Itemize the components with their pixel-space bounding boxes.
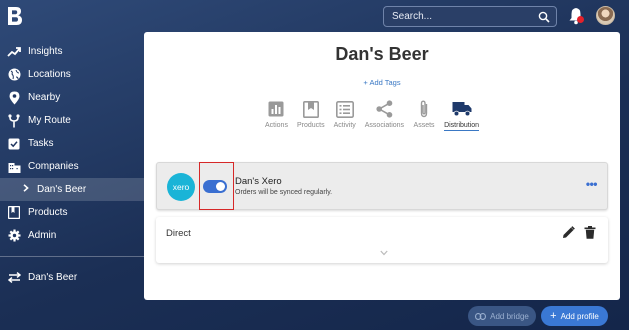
tab-label: Associations [364, 122, 405, 129]
tab-actions[interactable]: Actions [265, 98, 288, 131]
account-switcher-label: Dan's Beer [28, 272, 78, 283]
chevron-right-icon [23, 184, 29, 195]
highlight-box [199, 162, 234, 210]
checkbox-icon [7, 137, 21, 151]
search-input[interactable] [392, 11, 530, 22]
trending-up-icon [7, 45, 21, 59]
book-icon [7, 206, 21, 220]
sidebar-item-label: Dan's Beer [37, 184, 87, 195]
tab-label: Distribution [444, 122, 480, 129]
share-icon [373, 98, 395, 120]
tab-bar: Actions Products Activity Associations A… [265, 98, 488, 131]
page-title: Dan's Beer [335, 44, 429, 64]
sidebar-item-locations[interactable]: Locations [0, 63, 145, 86]
add-profile-label: Add profile [560, 311, 599, 321]
sidebar-item-label: Locations [28, 69, 71, 80]
sidebar-item-label: Products [28, 207, 68, 218]
company-card: Dan's Beer + Add Tags Actions Products A… [144, 32, 620, 300]
link-icon [475, 312, 487, 320]
swap-icon [7, 271, 21, 285]
tab-label: Activity [333, 122, 356, 129]
gear-icon [7, 229, 21, 243]
sidebar-item-my-route[interactable]: My Route [0, 109, 145, 132]
avatar[interactable] [596, 6, 615, 25]
add-tags-link[interactable]: + Add Tags [144, 78, 620, 87]
more-options-icon[interactable]: ••• [586, 177, 598, 191]
direct-section: Direct [156, 217, 608, 263]
sidebar-item-label: Nearby [28, 92, 61, 103]
paperclip-icon [413, 98, 435, 120]
add-bridge-label: Add bridge [490, 311, 529, 321]
search-bar[interactable] [383, 6, 557, 27]
tab-label: Actions [265, 122, 288, 129]
search-icon[interactable] [538, 11, 550, 23]
truck-icon [451, 98, 473, 120]
sidebar-item-insights[interactable]: Insights [0, 40, 145, 63]
sidebar-item-label: Admin [28, 230, 57, 241]
globe-icon [7, 68, 21, 82]
integration-description: Orders will be synced regularly. [235, 189, 333, 196]
trash-icon[interactable] [584, 226, 596, 239]
tab-products[interactable]: Products [297, 98, 325, 131]
tab-label: Assets [413, 122, 435, 129]
sidebar-item-dans-beer[interactable]: Dan's Beer [0, 178, 145, 201]
xero-logo: xero [167, 173, 195, 201]
building-icon [7, 160, 21, 174]
sidebar-item-tasks[interactable]: Tasks [0, 132, 145, 155]
direct-label: Direct [166, 228, 191, 239]
tab-label: Products [296, 122, 325, 129]
account-switcher-row[interactable]: Dan's Beer [0, 266, 145, 289]
sidebar-item-admin[interactable]: Admin [0, 224, 145, 247]
sidebar-item-nearby[interactable]: Nearby [0, 86, 145, 109]
chevron-down-icon[interactable] [380, 250, 388, 256]
tab-assets[interactable]: Assets [413, 98, 435, 131]
tab-activity[interactable]: Activity [334, 98, 356, 131]
sidebar-divider [0, 256, 145, 257]
notification-badge [577, 16, 584, 23]
sidebar-item-label: Tasks [28, 138, 54, 149]
add-bridge-button[interactable]: Add bridge [468, 306, 536, 326]
route-icon [7, 113, 21, 128]
map-pin-icon [7, 91, 21, 105]
add-profile-button[interactable]: + Add profile [541, 306, 608, 326]
sidebar-item-companies[interactable]: Companies [0, 155, 145, 178]
bar-chart-icon [265, 98, 287, 120]
plus-icon: + [550, 309, 557, 322]
tab-associations[interactable]: Associations [365, 98, 404, 131]
sidebar-item-label: Companies [28, 161, 79, 172]
xero-integration-row: xero Dan's Xero Orders will be synced re… [156, 162, 608, 210]
bookmark-icon [300, 98, 322, 120]
sidebar-item-products[interactable]: Products [0, 201, 145, 224]
tab-distribution[interactable]: Distribution [444, 98, 480, 131]
sidebar-item-label: Insights [28, 46, 63, 57]
sidebar-nav: Insights Locations Nearby My Route Tasks… [0, 40, 145, 247]
sidebar-item-label: My Route [28, 115, 71, 126]
pencil-icon[interactable] [562, 226, 575, 239]
account-switcher[interactable]: Dan's Beer [0, 266, 145, 289]
list-icon [334, 98, 356, 120]
app-logo [8, 7, 22, 25]
integration-name: Dan's Xero [235, 176, 282, 187]
